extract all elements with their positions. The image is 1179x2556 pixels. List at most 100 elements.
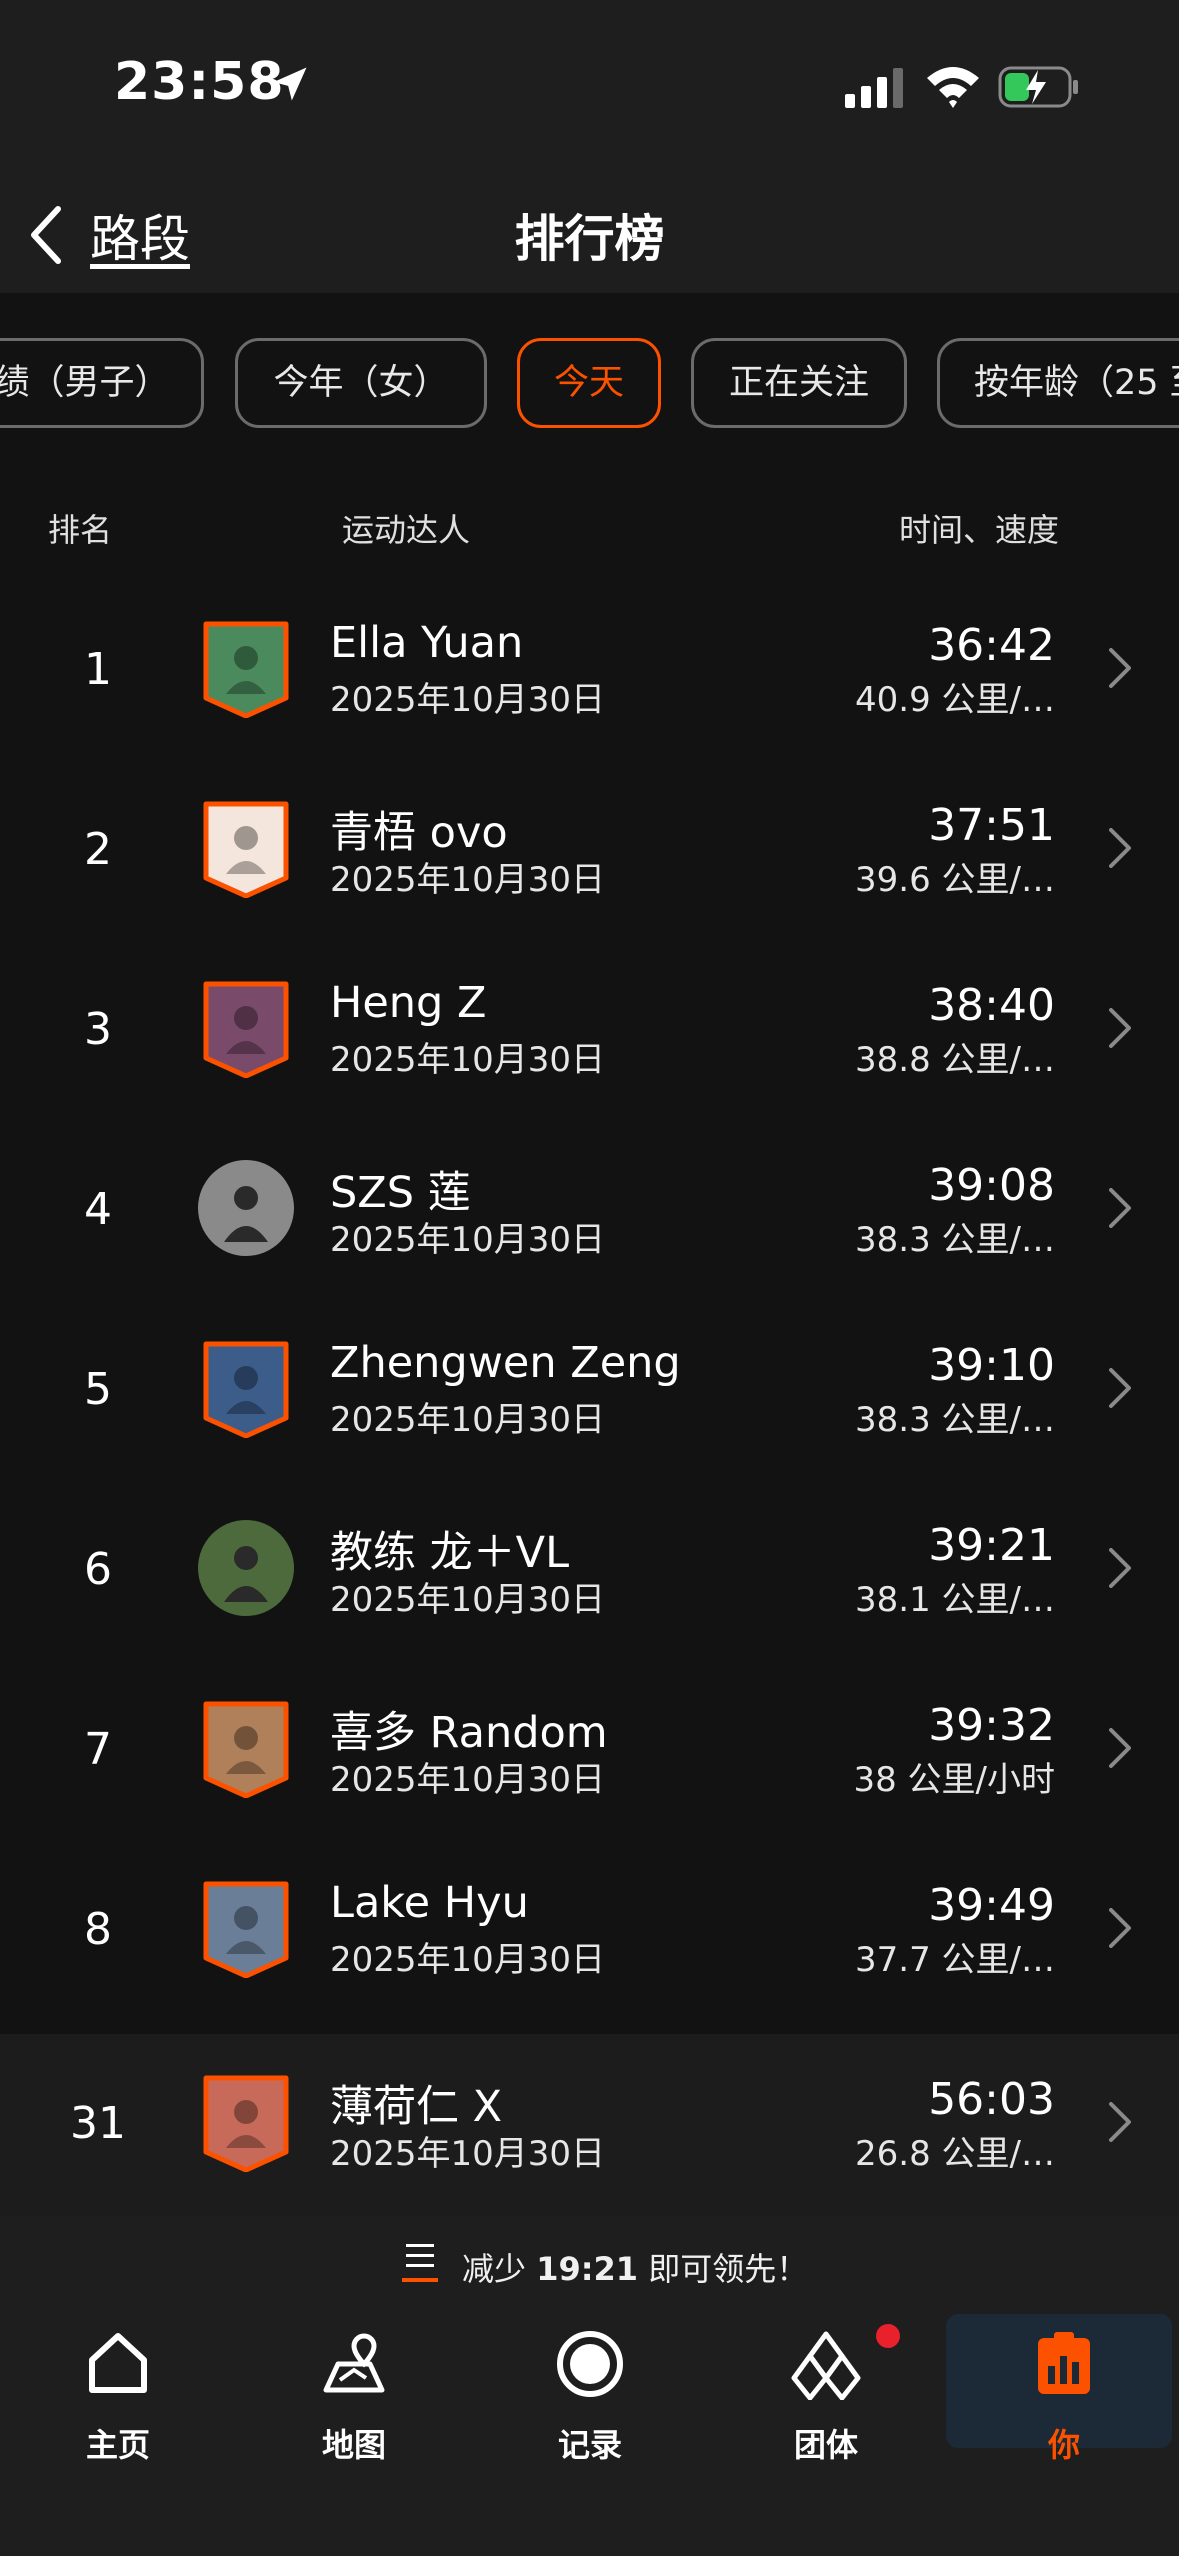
groups-icon bbox=[791, 2331, 861, 2400]
promo-prefix: 减少 bbox=[462, 2250, 537, 2288]
promo-gap-time: 19:21 bbox=[536, 2250, 639, 2288]
chevron-right-icon bbox=[1109, 1008, 1131, 1048]
page-title: 排行榜 bbox=[514, 210, 665, 268]
effort-date: 2025年10月30日 bbox=[330, 1040, 606, 1080]
effort-speed: 38.8 公里/… bbox=[855, 1040, 1055, 1080]
athlete-avatar-icon bbox=[198, 1520, 294, 1616]
athlete-avatar-icon bbox=[203, 621, 289, 718]
athlete-name: Zhengwen Zeng bbox=[330, 1338, 681, 1388]
chip-by-age[interactable]: 按年龄（25 至 bbox=[937, 338, 1179, 428]
effort-speed: 37.7 公里/… bbox=[855, 1940, 1055, 1980]
chevron-right-icon bbox=[1109, 648, 1131, 688]
you-icon bbox=[1038, 2332, 1090, 2394]
rank-number: 1 bbox=[84, 644, 112, 695]
list-icon bbox=[402, 2244, 438, 2282]
rank-number: 3 bbox=[84, 1004, 112, 1055]
athlete-name: 薄荷仁 X bbox=[330, 2082, 503, 2132]
leaderboard-row[interactable]: 31 薄荷仁 X 2025年10月30日 56:03 26.8 公里/… bbox=[0, 2034, 1179, 2216]
athlete-avatar-icon bbox=[203, 981, 289, 1078]
leaderboard-row[interactable]: 8 Lake Hyu 2025年10月30日 39:49 37.7 公里/… bbox=[0, 1840, 1179, 2020]
athlete-name: SZS 莲 bbox=[330, 1168, 471, 1218]
location-arrow-icon bbox=[273, 67, 307, 101]
tab-bar: 主页 地图 记录 团体 你 bbox=[0, 2310, 1179, 2556]
effort-speed: 38.3 公里/… bbox=[855, 1220, 1055, 1260]
athlete-name: 喜多 Random bbox=[330, 1708, 608, 1758]
map-icon bbox=[323, 2333, 385, 2393]
rank-number: 8 bbox=[84, 1904, 112, 1955]
battery-charging-icon bbox=[998, 66, 1078, 108]
rank-number: 7 bbox=[84, 1724, 112, 1775]
chevron-right-icon bbox=[1109, 1728, 1131, 1768]
rank-number: 5 bbox=[84, 1364, 112, 1415]
effort-date: 2025年10月30日 bbox=[330, 1760, 606, 1800]
chevron-right-icon bbox=[1109, 1368, 1131, 1408]
chevron-right-icon bbox=[1109, 1908, 1131, 1948]
athlete-name: 青梧 ovo bbox=[330, 808, 508, 858]
effort-time: 39:08 bbox=[928, 1160, 1055, 1211]
cellular-signal-icon bbox=[845, 68, 903, 108]
effort-date: 2025年10月30日 bbox=[330, 680, 606, 720]
promo-banner[interactable]: 减少 19:21 即可领先！ bbox=[0, 2216, 1179, 2310]
leaderboard-row[interactable]: 7 喜多 Random 2025年10月30日 39:32 38 公里/小时 bbox=[0, 1660, 1179, 1840]
athlete-avatar-icon bbox=[203, 1701, 289, 1798]
effort-speed: 40.9 公里/… bbox=[855, 680, 1055, 720]
effort-time: 39:49 bbox=[928, 1880, 1055, 1931]
athlete-avatar-icon bbox=[203, 2075, 289, 2172]
effort-time: 39:10 bbox=[928, 1340, 1055, 1391]
notification-dot bbox=[876, 2324, 900, 2348]
tab-home[interactable]: 主页 bbox=[0, 2310, 236, 2464]
nav-bar: 路段 排行榜 bbox=[0, 175, 1179, 293]
effort-speed: 38.1 公里/… bbox=[855, 1580, 1055, 1620]
record-icon bbox=[557, 2331, 623, 2397]
home-icon bbox=[89, 2333, 147, 2393]
rank-number: 31 bbox=[70, 2098, 126, 2149]
leaderboard-row[interactable]: 2 青梧 ovo 2025年10月30日 37:51 39.6 公里/… bbox=[0, 760, 1179, 940]
athlete-name: Ella Yuan bbox=[330, 618, 524, 668]
athlete-avatar-icon bbox=[203, 1881, 289, 1978]
effort-speed: 39.6 公里/… bbox=[855, 860, 1055, 900]
tab-record[interactable]: 记录 bbox=[472, 2310, 708, 2464]
effort-time: 39:32 bbox=[928, 1700, 1055, 1751]
effort-speed: 38 公里/小时 bbox=[853, 1760, 1055, 1800]
header-athlete: 运动达人 bbox=[342, 511, 471, 549]
effort-date: 2025年10月30日 bbox=[330, 1580, 606, 1620]
effort-date: 2025年10月30日 bbox=[330, 1220, 606, 1260]
effort-time: 36:42 bbox=[928, 620, 1055, 671]
leaderboard-row[interactable]: 1 Ella Yuan 2025年10月30日 36:42 40.9 公里/… bbox=[0, 580, 1179, 760]
chevron-right-icon bbox=[1109, 828, 1131, 868]
header-rank: 排名 bbox=[48, 511, 113, 549]
leaderboard-row[interactable]: 4 SZS 莲 2025年10月30日 39:08 38.3 公里/… bbox=[0, 1120, 1179, 1300]
status-bar: 23:58 bbox=[0, 0, 1179, 175]
effort-date: 2025年10月30日 bbox=[330, 2134, 606, 2174]
tab-you[interactable]: 你 bbox=[946, 2310, 1179, 2464]
effort-date: 2025年10月30日 bbox=[330, 860, 606, 900]
tab-groups[interactable]: 团体 bbox=[708, 2310, 944, 2464]
chevron-right-icon bbox=[1109, 2102, 1131, 2142]
status-time: 23:58 bbox=[114, 52, 285, 112]
chevron-right-icon bbox=[1109, 1548, 1131, 1588]
wifi-icon bbox=[927, 67, 979, 108]
chevron-right-icon bbox=[1109, 1188, 1131, 1228]
leaderboard-row[interactable]: 5 Zhengwen Zeng 2025年10月30日 39:10 38.3 公… bbox=[0, 1300, 1179, 1480]
athlete-name: Lake Hyu bbox=[330, 1878, 529, 1928]
promo-suffix: 即可领先！ bbox=[638, 2250, 809, 2288]
athlete-avatar-icon bbox=[203, 801, 289, 898]
tab-map[interactable]: 地图 bbox=[236, 2310, 472, 2464]
effort-time: 38:40 bbox=[928, 980, 1055, 1031]
effort-time: 37:51 bbox=[928, 800, 1055, 851]
effort-time: 56:03 bbox=[928, 2074, 1055, 2125]
chip-men-results[interactable]: 绩（男子） bbox=[0, 338, 204, 428]
leaderboard-row[interactable]: 3 Heng Z 2025年10月30日 38:40 38.8 公里/… bbox=[0, 940, 1179, 1120]
effort-time: 39:21 bbox=[928, 1520, 1055, 1571]
leaderboard-header: 排名 运动达人 时间、速度 bbox=[0, 505, 1179, 555]
chip-today[interactable]: 今天 bbox=[517, 338, 661, 428]
effort-date: 2025年10月30日 bbox=[330, 1940, 606, 1980]
effort-speed: 26.8 公里/… bbox=[855, 2134, 1055, 2174]
rank-number: 4 bbox=[84, 1184, 112, 1235]
chip-following[interactable]: 正在关注 bbox=[691, 338, 907, 428]
effort-date: 2025年10月30日 bbox=[330, 1400, 606, 1440]
chip-this-year-women[interactable]: 今年（女） bbox=[235, 338, 487, 428]
rank-number: 2 bbox=[84, 824, 112, 875]
leaderboard-row[interactable]: 6 教练 龙＋VL 2025年10月30日 39:21 38.1 公里/… bbox=[0, 1480, 1179, 1660]
filter-chips: 绩（男子） 今年（女） 今天 正在关注 按年龄（25 至 bbox=[0, 293, 1179, 471]
